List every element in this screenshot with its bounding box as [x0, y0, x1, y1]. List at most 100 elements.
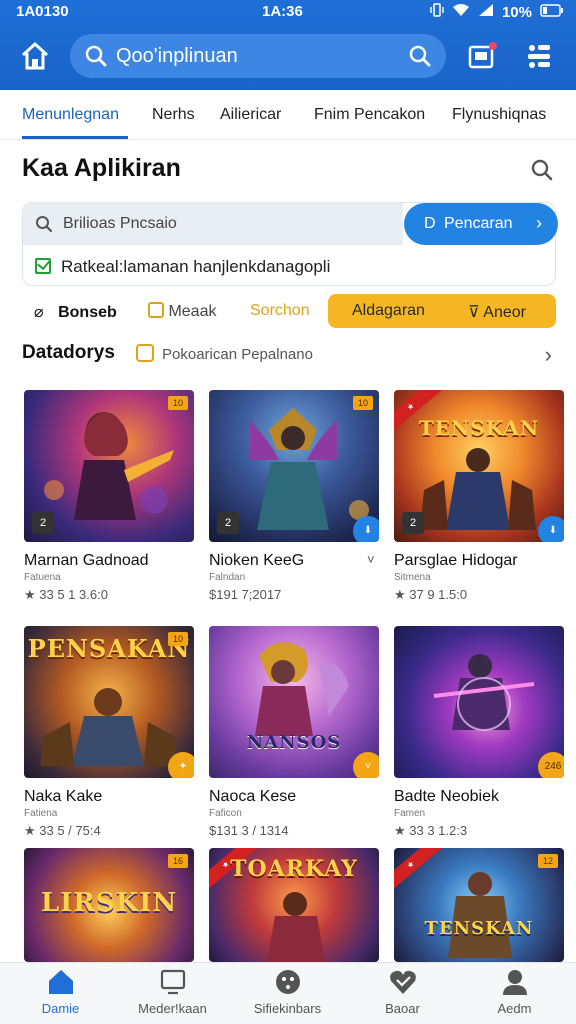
app-developer: Sitmena [394, 572, 431, 583]
tab-menunlegnan[interactable]: Menunlegnan [22, 106, 119, 124]
app-thumbnail: NANSOS ˅ [209, 626, 379, 778]
home-button[interactable] [18, 40, 52, 72]
search-input[interactable] [116, 42, 396, 70]
app-thumbnail: 10 2 ⬇ [209, 390, 379, 542]
rating-badge: 10 [168, 396, 188, 410]
nav-home-label: Damie [41, 1001, 80, 1016]
chevron-down-icon: ˅ [367, 552, 375, 567]
badge-icon [148, 302, 164, 318]
pencaran-button[interactable]: D Pencaran › [404, 203, 558, 245]
app-card[interactable]: 10 2 Marnan Gadnoad Fatuena ★ 33 5 1 3.6… [24, 390, 194, 603]
home-icon [21, 42, 49, 70]
user-icon [502, 970, 527, 995]
app-card[interactable]: 246 Badte Neobiek Famen ★ 33 3 1.2:3 [394, 626, 564, 839]
app-thumbnail: ★ TENSKAN 2 ⬇ [394, 390, 564, 542]
game-logo-text: LIRSKIN [40, 888, 178, 918]
hero-art-icon [255, 642, 349, 736]
chip-bonseb[interactable]: ⌀ Bonseb [34, 302, 117, 322]
chevron-right-icon: › [536, 213, 542, 233]
nav-explore[interactable]: Sifiekinbars [230, 967, 345, 1016]
nav-explore-label: Sifiekinbars [253, 1001, 322, 1016]
hero-art-icon [267, 892, 325, 962]
signal-icon [478, 3, 494, 21]
app-developer: Fatuena [24, 572, 61, 583]
tab-nerhs[interactable]: Nerhs [152, 106, 195, 124]
category-header[interactable]: Datadorys Pokoarican Pepalnano › [22, 340, 556, 370]
chevron-down-icon: ˅ [353, 752, 379, 778]
pencaran-prefix: D [424, 215, 436, 232]
app-name: Naka Kake [24, 788, 103, 805]
chip-aldagaran-label: Aldagaran [352, 302, 425, 319]
rating-badge: 10 [353, 396, 373, 410]
tab-ailiericar[interactable]: Ailiericar [220, 106, 281, 124]
search-submit-icon[interactable] [408, 44, 432, 73]
nav-favorites-label: Baoar [385, 1001, 420, 1016]
nav-account-label: Aedm [497, 1001, 532, 1016]
app-stats: ★ 33 5 / 75:4 [24, 823, 101, 838]
download-badge: ⬇ [538, 516, 564, 542]
app-card[interactable]: 10 2 ⬇ Nioken KeeG ˅ Falndan $191 7;2017 [209, 390, 379, 602]
search-icon [531, 159, 553, 181]
category-subtitle: Pokoarican Pepalnano [136, 344, 313, 363]
filter-chips: ⌀ Bonseb Meaak Sorchon Aldagaran ⊽ Aneor [22, 294, 562, 330]
app-stats: ★ 33 3 1.2:3 [394, 823, 468, 838]
monitor-icon [160, 969, 185, 995]
notifications-button[interactable] [466, 40, 498, 72]
app-name-text: Nioken KeeG [209, 552, 305, 569]
chip-meaak[interactable]: Meaak [148, 302, 216, 321]
app-stats: ★ 33 5 1 3.6:0 [24, 587, 108, 602]
tab-fnim-pencakon[interactable]: Fnim Pencakon [314, 106, 425, 124]
promo-box: Brilioas Pncsaio D Pencaran › Ratkeal:la… [22, 202, 558, 286]
app-name: Nioken KeeG ˅ [209, 552, 379, 570]
rating-badge: 10 [168, 632, 188, 646]
app-card[interactable]: ★ 12 TENSKAN [394, 848, 564, 962]
app-name: Parsglae Hidogar [394, 552, 518, 569]
nav-media[interactable]: Meder!kaan [115, 967, 230, 1016]
page-title: Kaa Aplikiran [22, 154, 181, 182]
battery-icon [540, 3, 564, 21]
category-subtitle-text: Pokoarican Pepalnano [162, 346, 313, 363]
status-icons: 10% [430, 3, 564, 21]
search-icon [35, 215, 53, 238]
category-icon [136, 344, 154, 362]
tag-icon: ⌀ [34, 304, 44, 321]
age-badge: 2 [32, 512, 54, 534]
app-card[interactable]: NANSOS ˅ Naoca Kese Faficon $131 3 / 131… [209, 626, 379, 838]
nav-home[interactable]: Damie [3, 967, 118, 1016]
nav-favorites[interactable]: Baoar [345, 967, 460, 1016]
checkbox-icon [35, 258, 51, 274]
heart-icon [389, 970, 416, 994]
chip-sorchon[interactable]: Sorchon [250, 302, 310, 320]
rating-badge: 16 [168, 854, 188, 868]
app-stats: $131 3 / 1314 [209, 823, 289, 838]
section-search-button[interactable] [530, 158, 554, 187]
tab-flynushiqnas[interactable]: Flynushiqnas [452, 106, 546, 124]
app-card[interactable]: ★ TOARKAY [209, 848, 379, 962]
app-thumbnail: 246 [394, 626, 564, 778]
pencaran-label: Pencaran [444, 215, 513, 232]
category-tabs: Menunlegnan Nerhs Ailiericar Fnim Pencak… [0, 90, 576, 140]
app-card[interactable]: ★ TENSKAN 2 ⬇ Parsglae Hidogar Sitmena ★… [394, 390, 564, 603]
active-tab-indicator [22, 136, 128, 139]
age-badge: 2 [217, 512, 239, 534]
promo-search-field[interactable]: Brilioas Pncsaio [23, 203, 403, 245]
chip-aneor-label: ⊽ Aneor [468, 304, 526, 321]
hero-art-icon [448, 872, 512, 958]
app-card[interactable]: PENSAKAN 10 ✦ Naka Kake Fatiena ★ 33 5 /… [24, 626, 194, 839]
search-bar[interactable] [70, 34, 446, 78]
price-badge: 246 [538, 752, 564, 778]
app-thumbnail: PENSAKAN 10 ✦ [24, 626, 194, 778]
status-time-left: 1A0130 [16, 3, 69, 20]
promo-note: Ratkeal:lamanan hanjlenkdanagopli [35, 257, 330, 277]
chevron-right-icon: › [544, 342, 552, 367]
app-card[interactable]: LIRSKIN 16 [24, 848, 194, 962]
nav-account[interactable]: Aedm [457, 967, 572, 1016]
bottom-navigation: Damie Meder!kaan Sifiekinbars Baoar Aedm [0, 962, 576, 1024]
chip-aldagaran[interactable]: Aldagaran ⊽ Aneor [328, 294, 556, 328]
app-thumbnail: ★ TOARKAY [209, 848, 379, 962]
inbox-icon [468, 42, 497, 69]
app-stats: ★ 37 9 1.5:0 [394, 587, 468, 602]
menu-button[interactable] [524, 40, 556, 72]
status-bar: 1A0130 1A:36 10% [0, 0, 576, 24]
app-name: Naoca Kese [209, 788, 297, 805]
